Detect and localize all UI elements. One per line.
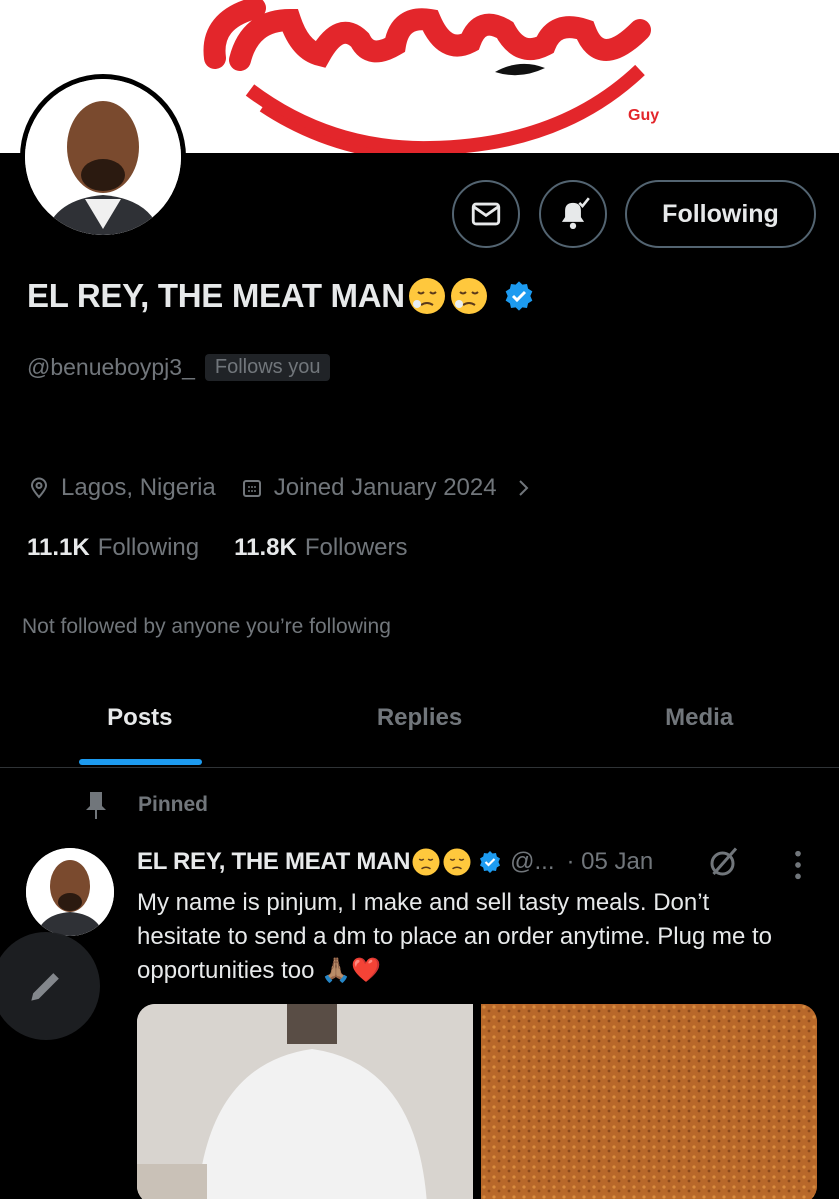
following-count[interactable]: 11.1K — [27, 534, 90, 562]
post-date[interactable]: · 05 Jan — [567, 848, 654, 876]
following-label[interactable]: Following — [98, 534, 199, 562]
avatar-photo — [25, 79, 181, 235]
chevron-right-icon — [518, 480, 529, 496]
post-author-name[interactable]: EL REY, THE MEAT MAN — [137, 848, 410, 876]
joined-text: Joined January 2024 — [273, 474, 497, 501]
post-author-avatar[interactable] — [26, 848, 114, 936]
display-name: EL REY, THE MEAT MAN — [27, 276, 535, 316]
weary-face-emoji-icon — [408, 278, 445, 314]
pinned-label: Pinned — [138, 793, 209, 816]
compose-button[interactable] — [0, 932, 100, 1040]
handle-row: @benueboypj3_ Follows you — [27, 354, 331, 381]
followers-count[interactable]: 11.8K — [234, 534, 297, 562]
tab-replies[interactable]: Replies — [280, 690, 560, 767]
more-icon — [795, 850, 801, 880]
location-icon — [30, 477, 48, 499]
post-body: My name is pinjum, I make and sell tasty… — [137, 889, 773, 984]
post-author-handle[interactable]: @... — [510, 848, 554, 876]
weary-face-emoji-icon — [450, 278, 487, 314]
message-button[interactable] — [452, 180, 520, 248]
pinned-indicator: Pinned — [84, 790, 208, 820]
weary-face-emoji-icon — [443, 848, 471, 876]
location: Lagos, Nigeria — [27, 474, 216, 502]
tab-media[interactable]: Media — [559, 690, 839, 767]
compose-icon — [31, 973, 59, 1001]
mutual-followers-note: Not followed by anyone you’re following — [22, 615, 391, 638]
chef-photo — [137, 1004, 473, 1199]
mail-icon — [471, 202, 501, 226]
jollof-rice-photo — [481, 1004, 817, 1199]
calendar-icon — [242, 480, 261, 497]
avatar-photo — [26, 848, 114, 936]
active-tab-indicator — [79, 759, 202, 765]
following-button[interactable]: Following — [625, 180, 816, 248]
grok-icon — [710, 847, 738, 876]
join-date[interactable]: Joined January 2024 — [240, 474, 545, 502]
follow-stats: 11.1K Following 11.8K Followers — [27, 534, 443, 562]
weary-face-emoji-icon — [412, 848, 440, 876]
verified-badge-icon[interactable] — [503, 280, 535, 312]
tab-replies-label: Replies — [376, 704, 463, 731]
post-header: EL REY, THE MEAT MAN @... · 05 Jan — [137, 847, 653, 877]
post-image-jollof[interactable] — [481, 1004, 817, 1199]
profile-meta: Lagos, Nigeria Joined January 2024 — [27, 474, 569, 502]
post-media — [137, 1004, 817, 1199]
follows-you-badge: Follows you — [204, 354, 331, 381]
tab-posts[interactable]: Posts — [0, 690, 280, 767]
notifications-button[interactable] — [539, 180, 607, 248]
followers-label[interactable]: Followers — [305, 534, 408, 562]
location-text: Lagos, Nigeria — [61, 474, 216, 501]
tab-posts-label: Posts — [107, 704, 173, 731]
pin-icon — [86, 792, 106, 819]
grok-button[interactable] — [706, 844, 742, 885]
tab-media-label: Media — [665, 704, 734, 731]
post-image-chef[interactable] — [137, 1004, 473, 1199]
post-more-button[interactable] — [788, 848, 808, 887]
display-name-text: EL REY, THE MEAT MAN — [27, 277, 405, 314]
svg-text:Guy: Guy — [628, 107, 659, 124]
bell-icon — [561, 197, 590, 230]
profile-handle: @benueboypj3_ — [27, 354, 195, 380]
profile-tabs: Posts Replies Media — [0, 690, 839, 768]
verified-badge-icon — [480, 851, 501, 873]
profile-avatar[interactable] — [20, 74, 186, 240]
